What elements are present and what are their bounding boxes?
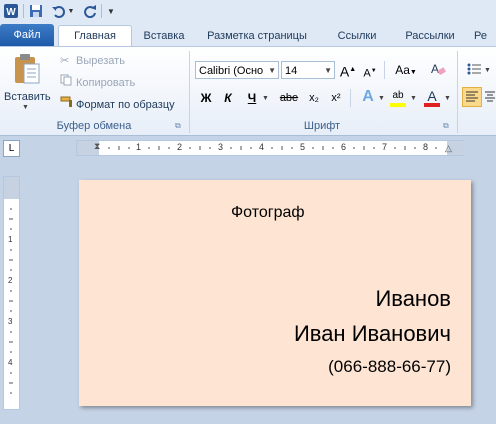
font-separator	[384, 61, 385, 79]
ruler-tick-label: 7	[382, 142, 388, 152]
doc-line-profession[interactable]: Фотограф	[231, 204, 305, 222]
tab-references[interactable]: Ссылки	[332, 26, 382, 46]
bullets-dropdown-icon[interactable]: ▼	[484, 67, 491, 74]
font-color-button[interactable]: A	[422, 87, 442, 107]
redo-icon[interactable]	[82, 3, 98, 19]
highlight-dropdown-icon[interactable]: ▼	[410, 95, 417, 102]
change-case-icon: Aa	[395, 63, 410, 77]
format-painter-label: Формат по образцу	[76, 99, 175, 111]
ruler-tick-label: 2	[177, 142, 183, 152]
tab-file[interactable]: Файл	[0, 24, 54, 46]
undo-icon[interactable]	[50, 3, 66, 19]
vruler-tick-label: 1	[8, 235, 13, 244]
chevron-down-icon: ▼	[268, 66, 276, 75]
svg-text:A: A	[431, 62, 439, 76]
copy-label: Копировать	[76, 77, 136, 89]
text-effects-button[interactable]: A	[358, 88, 378, 106]
paste-label: Вставить	[4, 91, 51, 103]
group-separator	[457, 51, 458, 133]
superscript-button[interactable]: x²	[326, 89, 346, 107]
grow-font-icon: A	[339, 63, 350, 80]
cut-button[interactable]: ✂ Вырезать	[60, 52, 125, 70]
text-effects-dropdown-icon[interactable]: ▼	[378, 95, 385, 102]
shrink-font-icon: A	[363, 67, 371, 80]
vruler-tick-label: 3	[8, 317, 13, 326]
highlight-button[interactable]: ab	[388, 87, 408, 107]
scissors-icon: ✂	[60, 55, 70, 67]
cut-label: Вырезать	[76, 55, 125, 67]
chevron-down-icon: ▼	[324, 66, 332, 75]
highlight-icon: ab	[392, 90, 404, 101]
highlight-color-swatch	[390, 103, 406, 107]
ruler-tick-label: 8	[423, 142, 429, 152]
clipboard-icon	[13, 53, 41, 88]
copy-button[interactable]: Копировать	[60, 74, 135, 92]
tab-page-layout[interactable]: Разметка страницы	[200, 26, 314, 46]
qat-separator	[23, 4, 24, 18]
clipboard-launcher-icon[interactable]: ⧉	[175, 121, 181, 131]
save-icon[interactable]	[28, 3, 44, 19]
doc-line-name[interactable]: Иван Иванович	[294, 321, 451, 347]
font-name-value: Calibri (Осно	[199, 65, 264, 77]
copy-icon	[60, 74, 76, 92]
font-separator	[350, 89, 351, 107]
paste-dropdown-icon: ▼	[22, 104, 29, 111]
tab-review[interactable]: Ре	[474, 26, 496, 46]
font-color-icon: A	[427, 88, 437, 104]
tab-mailings[interactable]: Рассылки	[398, 26, 462, 46]
align-center-icon[interactable]	[484, 89, 496, 108]
ruler-tick-label: 1	[136, 142, 142, 152]
doc-line-phone[interactable]: (066-888-66-77)	[328, 357, 451, 377]
font-name-combo[interactable]: Calibri (Осно ▼	[195, 61, 279, 79]
ribbon: Вставить ▼ ✂ Вырезать Копировать Формат …	[0, 46, 496, 136]
strikethrough-button[interactable]: abe	[276, 89, 302, 107]
horizontal-ruler[interactable]: ⧗ △ 1 2 3 4 5 6 7 8	[76, 140, 464, 156]
ribbon-tabs: Файл Главная Вставка Разметка страницы С…	[0, 22, 496, 47]
font-color-dropdown-icon[interactable]: ▼	[444, 95, 451, 102]
doc-line-surname[interactable]: Иванов	[375, 286, 451, 312]
customize-qat-icon[interactable]: ▼	[106, 3, 116, 19]
word-icon[interactable]: W	[2, 3, 20, 19]
ruler-tick-label: 6	[341, 142, 347, 152]
font-group-label: Шрифт	[303, 120, 341, 132]
vertical-ruler-ticks	[9, 208, 13, 394]
clear-formatting-icon[interactable]: A	[428, 61, 448, 79]
align-left-button[interactable]	[462, 87, 482, 107]
format-painter-button[interactable]: Формат по образцу	[60, 96, 175, 114]
tab-home[interactable]: Главная	[58, 25, 132, 47]
document-page[interactable]: Фотограф Иванов Иван Иванович (066-888-6…	[79, 180, 471, 406]
vruler-tick-label: 4	[8, 358, 13, 367]
qat-separator	[101, 4, 102, 18]
grow-font-button[interactable]: A▲	[338, 61, 358, 80]
svg-text:W: W	[6, 7, 16, 18]
tab-selector[interactable]: L	[3, 140, 20, 157]
paste-button[interactable]: Вставить ▼	[4, 51, 51, 111]
format-painter-icon	[60, 96, 76, 114]
ruler-tick-label: 3	[218, 142, 224, 152]
italic-button[interactable]: К	[218, 89, 238, 107]
title-bar: W ▼ ▼	[0, 0, 496, 23]
subscript-button[interactable]: x₂	[304, 89, 324, 107]
vertical-ruler[interactable]: 1 2 3 4	[3, 176, 20, 410]
underline-button[interactable]: Ч	[242, 89, 262, 107]
ruler-tick-label: 4	[259, 142, 265, 152]
ruler-tick-label: 5	[300, 142, 306, 152]
change-case-button[interactable]: Aa▼	[392, 61, 420, 79]
font-size-combo[interactable]: 14 ▼	[281, 61, 335, 79]
clipboard-group-label: Буфер обмена	[56, 120, 132, 132]
undo-dropdown-icon[interactable]: ▼	[67, 3, 75, 19]
underline-dropdown-icon[interactable]: ▼	[262, 95, 269, 102]
tab-insert[interactable]: Вставка	[136, 26, 192, 46]
bold-button[interactable]: Ж	[196, 89, 216, 107]
font-launcher-icon[interactable]: ⧉	[443, 121, 449, 131]
bullets-icon[interactable]	[466, 61, 482, 80]
vruler-tick-label: 2	[8, 276, 13, 285]
font-size-value: 14	[285, 65, 298, 77]
font-color-swatch	[424, 103, 440, 107]
shrink-font-button[interactable]: A▼	[360, 62, 380, 80]
